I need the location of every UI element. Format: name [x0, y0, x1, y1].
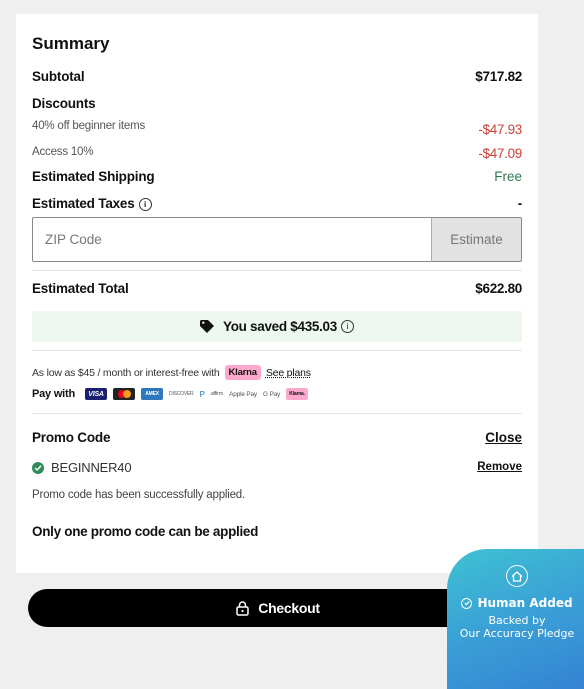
- divider: [32, 413, 522, 414]
- klarna-icon: Klarna.: [286, 388, 309, 400]
- human-added-label: Human Added: [461, 596, 573, 610]
- divider: [32, 270, 522, 271]
- shipping-value: Free: [494, 169, 522, 184]
- backed-by-text: Backed by: [488, 614, 546, 627]
- affirm-icon: affirm: [210, 391, 224, 397]
- price-tag-icon: [200, 320, 215, 333]
- total-value: $622.80: [475, 281, 522, 296]
- subtotal-label: Subtotal: [32, 69, 85, 84]
- visa-icon: VISA: [85, 388, 108, 400]
- close-promo-link[interactable]: Close: [485, 430, 522, 445]
- taxes-value: -: [517, 196, 523, 211]
- info-icon[interactable]: i: [340, 320, 354, 333]
- accuracy-pledge-badge[interactable]: Human Added Backed by Our Accuracy Pledg…: [447, 549, 584, 689]
- savings-banner: You saved $435.03 i: [32, 311, 522, 342]
- one-promo-note: Only one promo code can be applied: [32, 524, 259, 539]
- shipping-label: Estimated Shipping: [32, 169, 155, 184]
- human-added-text: Human Added: [477, 596, 573, 610]
- google-pay-icon: G Pay: [263, 390, 281, 398]
- discover-icon: DISCOVER: [169, 391, 194, 397]
- shipping-row: Estimated Shipping Free: [32, 169, 522, 184]
- payment-methods: Pay with VISA AMEX DISCOVER P affirm App…: [32, 388, 309, 400]
- info-icon[interactable]: i: [138, 197, 152, 211]
- discounts-heading-row: Discounts: [32, 96, 522, 111]
- mastercard-icon: [113, 388, 136, 400]
- subtotal-row: Subtotal $717.82: [32, 69, 522, 84]
- order-summary-card: Summary Subtotal $717.82 Discounts 40% o…: [16, 14, 538, 573]
- financing-line: As low as $45 / month or interest-free w…: [32, 365, 311, 380]
- promo-code-value: BEGINNER40: [51, 460, 132, 475]
- remove-promo-link[interactable]: Remove: [477, 461, 522, 473]
- taxes-row: Estimated Taxes i -: [32, 196, 522, 211]
- discount-row: Access 10% -$47.09: [32, 142, 522, 162]
- discount-label: 40% off beginner items: [32, 119, 146, 132]
- checkout-label: Checkout: [258, 600, 320, 616]
- estimate-button[interactable]: Estimate: [431, 217, 522, 262]
- zip-code-input[interactable]: [32, 217, 431, 262]
- pay-with-label: Pay with: [32, 388, 76, 400]
- taxes-label-group: Estimated Taxes i: [32, 196, 152, 211]
- financing-text: As low as $45 / month or interest-free w…: [32, 366, 220, 379]
- divider: [32, 350, 522, 351]
- applied-code-row: BEGINNER40: [32, 460, 132, 475]
- taxes-label: Estimated Taxes: [32, 196, 135, 211]
- discount-value: -$47.09: [478, 146, 522, 161]
- accuracy-pledge-text: Our Accuracy Pledge: [459, 627, 575, 640]
- discounts-label: Discounts: [32, 96, 96, 111]
- discount-value: -$47.93: [478, 122, 522, 137]
- klarna-logo: Klarna: [224, 365, 261, 380]
- discount-label: Access 10%: [32, 145, 94, 158]
- promo-code-title: Promo Code: [32, 430, 111, 445]
- lock-icon: [236, 600, 250, 616]
- total-row: Estimated Total $622.80: [32, 281, 522, 296]
- subtotal-value: $717.82: [475, 69, 522, 84]
- zip-estimator: Estimate: [32, 217, 522, 262]
- total-label: Estimated Total: [32, 281, 129, 296]
- apple-pay-icon: Apple Pay: [229, 390, 257, 398]
- amex-icon: AMEX: [141, 388, 164, 400]
- check-icon: [461, 597, 473, 609]
- promo-applied-message: Promo code has been successfully applied…: [32, 489, 245, 501]
- paypal-icon: P: [199, 389, 205, 399]
- home-icon: [506, 565, 528, 587]
- savings-text: You saved $435.03: [223, 319, 337, 334]
- discount-row: 40% off beginner items -$47.93: [32, 114, 522, 138]
- check-icon: [32, 461, 44, 474]
- summary-title: Summary: [32, 34, 110, 53]
- see-plans-link[interactable]: See plans: [266, 367, 311, 379]
